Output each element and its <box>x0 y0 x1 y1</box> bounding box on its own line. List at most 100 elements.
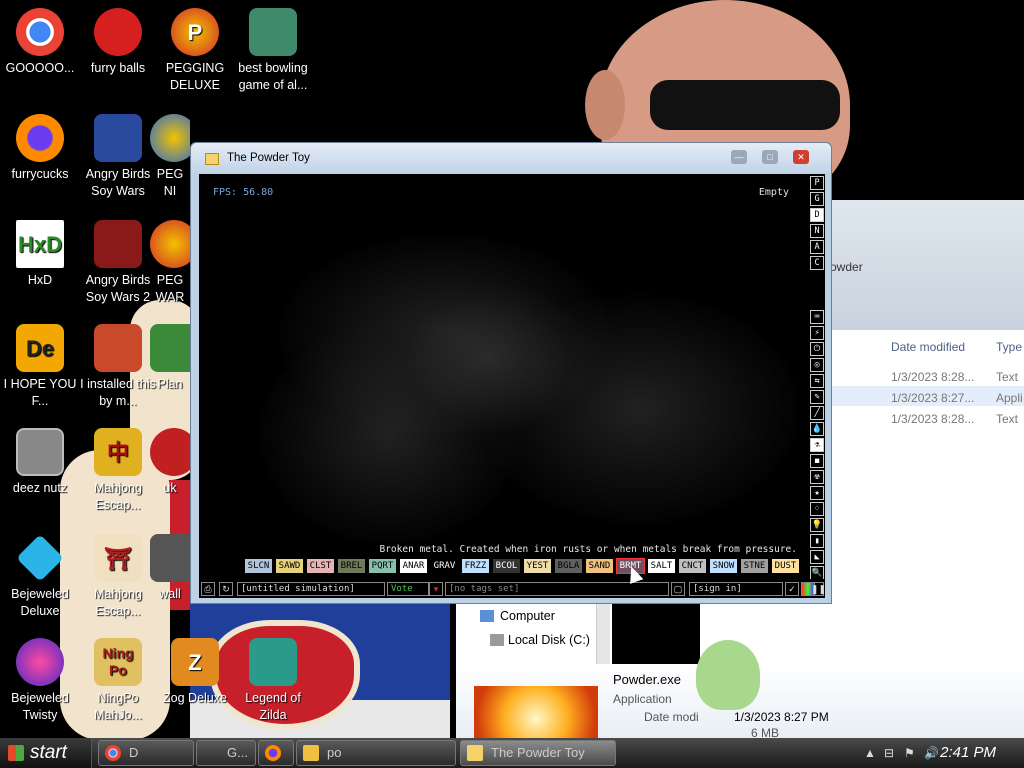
desktop-icon[interactable]: ⛩ Mahjong Escap... <box>78 534 158 620</box>
row-type[interactable]: Appli <box>996 391 1023 405</box>
taskbar-item[interactable]: D <box>98 740 194 766</box>
category-electronics-icon[interactable]: ⚡ <box>810 326 824 340</box>
vote-up-button[interactable]: Vote <box>387 582 429 596</box>
pause-button[interactable]: ❚❚ <box>810 582 825 596</box>
desktop-icon[interactable]: furrycucks <box>0 114 80 183</box>
network-icon[interactable]: ⊟ <box>884 746 898 760</box>
close-button[interactable]: ✕ <box>793 150 809 164</box>
menu-n-button[interactable]: N <box>810 224 824 238</box>
minimize-button[interactable]: — <box>731 150 747 164</box>
element-button-bgla[interactable]: BGLA <box>555 559 582 573</box>
flag-icon[interactable]: ⚑ <box>904 746 918 760</box>
category-favorites-icon[interactable]: ▮ <box>810 534 824 548</box>
desktop-icon[interactable]: Bejeweled Deluxe <box>0 534 80 620</box>
menu-d-button[interactable]: D <box>810 208 824 222</box>
window-titlebar[interactable]: The Powder Toy — □ ✕ <box>191 143 831 173</box>
element-button-anar[interactable]: ANAR <box>400 559 427 573</box>
element-button-pqrt[interactable]: PQRT <box>369 559 396 573</box>
category-powders-icon[interactable]: ⚗ <box>810 438 824 452</box>
desktop-icon[interactable]: deez nutz <box>0 428 80 497</box>
element-button-snow[interactable]: SNOW <box>710 559 737 573</box>
category-walls-icon[interactable]: ⌨ <box>810 310 824 324</box>
nav-local-disk[interactable]: Local Disk (C:) <box>508 633 590 647</box>
volume-icon[interactable]: 🔊 <box>924 746 939 760</box>
element-button-stne[interactable]: STNE <box>741 559 768 573</box>
taskbar-item[interactable]: po <box>296 740 456 766</box>
desktop-icon[interactable]: Legend of Zilda <box>233 638 313 724</box>
column-type[interactable]: Type <box>996 340 1022 354</box>
start-button[interactable]: start <box>0 738 92 768</box>
row-date[interactable]: 1/3/2023 8:28... <box>891 412 974 426</box>
vote-down-button[interactable]: ▾ <box>429 582 443 596</box>
desktop-icon[interactable]: furry balls <box>78 8 158 77</box>
column-date-modified[interactable]: Date modified <box>891 340 965 354</box>
tags-field[interactable]: [no tags set] <box>445 582 669 596</box>
element-button-sand[interactable]: SAND <box>586 559 613 573</box>
desktop-icon[interactable]: Angry Birds Soy Wars <box>78 114 158 200</box>
nav-scrollbar[interactable] <box>596 604 610 664</box>
settings-icon[interactable]: ✓ <box>785 582 799 596</box>
desktop-icon[interactable]: uk <box>150 428 190 497</box>
simulation-canvas[interactable]: FPS: 56.80 Empty Broken metal. Created w… <box>199 174 825 598</box>
desktop-icon[interactable]: GOOOOO... <box>0 8 80 77</box>
element-button-bcol[interactable]: BCOL <box>493 559 520 573</box>
category-tools-icon[interactable]: 💡 <box>810 518 824 532</box>
menu-powders-button[interactable]: P <box>810 176 824 190</box>
desktop-icon[interactable]: Plan <box>150 324 190 393</box>
open-save-icon[interactable]: ⎙ <box>201 582 215 596</box>
explorer-path[interactable]: owder <box>830 260 863 274</box>
category-solids-icon[interactable]: ◼ <box>810 454 824 468</box>
powder-toy-window[interactable]: The Powder Toy — □ ✕ FPS: 56.80 Empty Br… <box>190 142 832 604</box>
desktop-icon[interactable]: P PEGGING DELUXE <box>155 8 235 94</box>
taskbar-item-powder-toy[interactable]: The Powder Toy <box>460 740 616 766</box>
category-explosives-icon[interactable]: ✎ <box>810 390 824 404</box>
explorer-nav-pane[interactable]: Computer Local Disk (C:) <box>456 604 612 664</box>
element-button-brel[interactable]: BREL <box>338 559 365 573</box>
sign-in-button[interactable]: [sign in] <box>689 582 783 596</box>
element-button-grav[interactable]: GRAV <box>431 559 458 573</box>
row-type[interactable]: Text <box>996 370 1018 384</box>
element-button-cnct[interactable]: CNCT <box>679 559 706 573</box>
category-gases-icon[interactable]: ╱ <box>810 406 824 420</box>
category-life-icon[interactable]: ⁘ <box>810 502 824 516</box>
menu-gases-button[interactable]: G <box>810 192 824 206</box>
element-button-dust[interactable]: DUST <box>772 559 799 573</box>
tray-arrow-icon[interactable]: ▲ <box>864 746 878 760</box>
category-special-icon[interactable]: ★ <box>810 486 824 500</box>
taskbar-item[interactable]: G... <box>196 740 256 766</box>
element-button-salt[interactable]: SALT <box>648 559 675 573</box>
search-icon[interactable]: 🔍 <box>810 566 824 580</box>
element-button-frzz[interactable]: FRZZ <box>462 559 489 573</box>
report-icon[interactable]: ▢ <box>671 582 685 596</box>
desktop-icon[interactable]: best bowling game of al... <box>233 8 313 94</box>
element-button-sawd[interactable]: SAWD <box>276 559 303 573</box>
maximize-button[interactable]: □ <box>762 150 778 164</box>
taskbar-item[interactable] <box>258 740 294 766</box>
desktop-icon[interactable]: Ning Po NingPo MahJo... <box>78 638 158 724</box>
category-sensors-icon[interactable]: ◎ <box>810 358 824 372</box>
menu-a-button[interactable]: A <box>810 240 824 254</box>
category-liquids-icon[interactable]: 💧 <box>810 422 824 436</box>
nav-computer[interactable]: Computer <box>500 609 555 623</box>
desktop-icon[interactable]: I installed this by m... <box>78 324 158 410</box>
reload-icon[interactable]: ↻ <box>219 582 233 596</box>
desktop-icon[interactable]: Angry Birds Soy Wars 2 <box>78 220 158 306</box>
element-button-slcn[interactable]: SLCN <box>245 559 272 573</box>
desktop-icon[interactable]: 中 Mahjong Escap... <box>78 428 158 514</box>
desktop-icon[interactable]: Z Zog Deluxe <box>155 638 235 707</box>
desktop-icon[interactable]: Bejeweled Twisty <box>0 638 80 724</box>
desktop-icon[interactable]: HxD HxD <box>0 220 80 289</box>
taskbar-clock[interactable]: 2:41 PM <box>940 744 996 761</box>
element-button-clst[interactable]: CLST <box>307 559 334 573</box>
row-date[interactable]: 1/3/2023 8:28... <box>891 370 974 384</box>
desktop-icon[interactable]: De I HOPE YOU F... <box>0 324 80 410</box>
row-type[interactable]: Text <box>996 412 1018 426</box>
category-radioactive-icon[interactable]: ☢ <box>810 470 824 484</box>
category-decoration-icon[interactable]: ◣ <box>810 550 824 564</box>
row-date[interactable]: 1/3/2023 8:27... <box>891 391 974 405</box>
category-force-icon[interactable]: ⇆ <box>810 374 824 388</box>
desktop-icon[interactable]: PEG NI <box>150 114 190 200</box>
desktop-icon[interactable]: wall <box>150 534 190 603</box>
category-powered-icon[interactable]: ⏻ <box>810 342 824 356</box>
element-button-yest[interactable]: YEST <box>524 559 551 573</box>
